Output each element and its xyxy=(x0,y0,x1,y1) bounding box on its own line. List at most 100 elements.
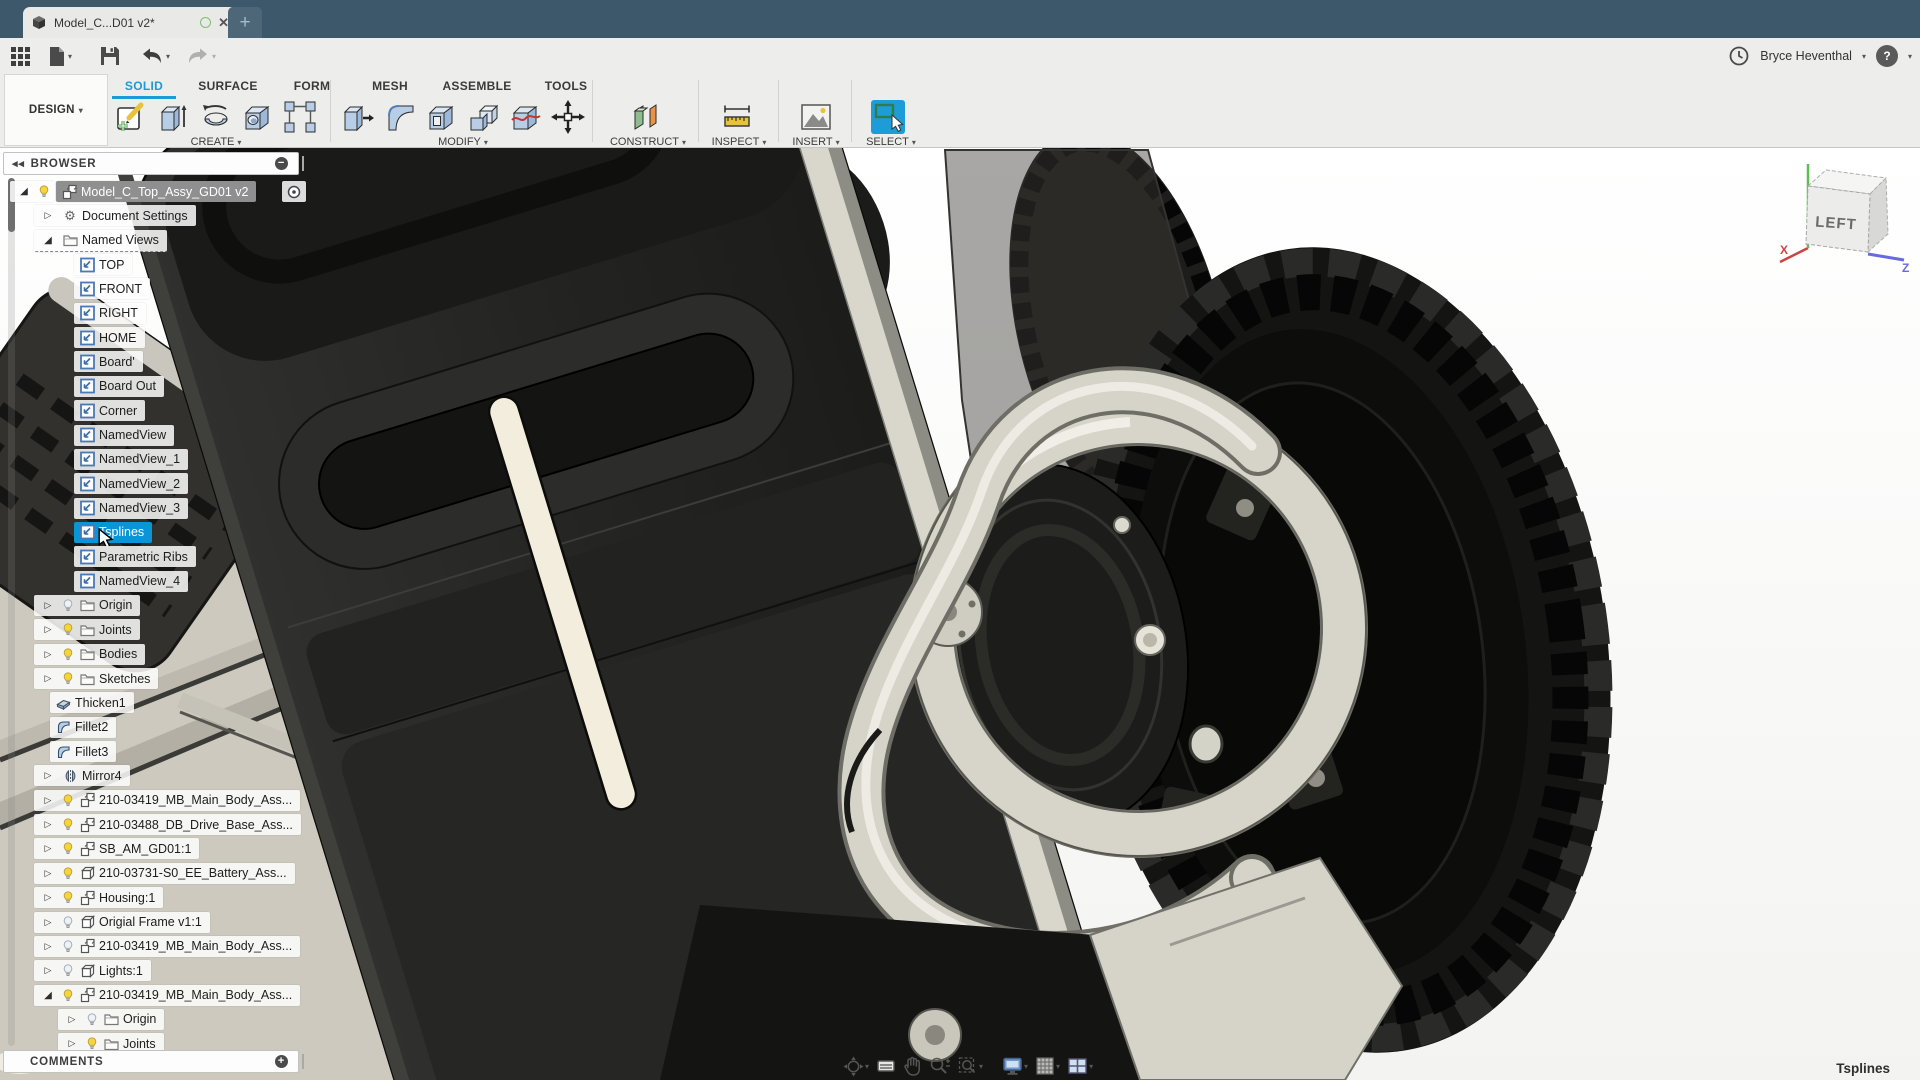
visibility-bulb-icon[interactable] xyxy=(61,890,75,905)
create-sketch-button[interactable] xyxy=(112,96,152,138)
tab-surface[interactable]: SURFACE xyxy=(190,76,266,96)
visibility-bulb-icon[interactable] xyxy=(61,841,75,856)
orbit-button[interactable]: ▾ xyxy=(843,1056,869,1077)
browser-row[interactable]: TOP xyxy=(0,254,320,276)
isolate-target[interactable] xyxy=(282,181,306,202)
insert-dropdown[interactable]: INSERT ▾ xyxy=(782,136,850,148)
browser-row[interactable]: ▷ Lights:1 xyxy=(0,960,320,982)
redo-button[interactable]: ▾ xyxy=(186,38,216,74)
browser-row[interactable]: ▷ Origin xyxy=(0,1008,320,1031)
visibility-bulb-icon[interactable] xyxy=(61,622,75,637)
help-button[interactable]: ? xyxy=(1875,45,1898,67)
browser-row[interactable]: ▷ 210-03419_MB_Main_Body_Ass... xyxy=(0,789,320,812)
new-tab-button[interactable]: + xyxy=(228,7,262,38)
browser-row[interactable]: NamedView_2 xyxy=(0,473,320,495)
browser-row[interactable]: ▷ Joints xyxy=(0,619,320,641)
browser-row[interactable]: ▷ Mirror4 xyxy=(0,765,320,787)
app-menu-button[interactable] xyxy=(10,38,31,74)
expand-node-icon[interactable]: ▷ xyxy=(38,673,58,684)
expand-node-icon[interactable]: ▷ xyxy=(62,1014,82,1025)
browser-row[interactable]: ▷ SB_AM_GD01:1 xyxy=(0,838,320,860)
construct-dropdown[interactable]: CONSTRUCT ▾ xyxy=(600,136,696,148)
collapse-node-icon[interactable]: ◢ xyxy=(38,990,58,1001)
tab-form[interactable]: FORM xyxy=(282,76,342,96)
add-comment-icon[interactable]: + xyxy=(275,1055,288,1068)
browser-row[interactable]: ◢ 210-03419_MB_Main_Body_Ass... xyxy=(0,984,320,1007)
shell-button[interactable] xyxy=(422,96,462,138)
zoom-button[interactable] xyxy=(929,1056,951,1076)
tab-mesh[interactable]: MESH xyxy=(358,76,422,96)
browser-resize-grip[interactable] xyxy=(302,156,304,171)
browser-row[interactable]: ◢ Model_C_Top_Assy_GD01 v2 xyxy=(0,181,320,203)
browser-row[interactable]: ▷ Origial Frame v1:1 xyxy=(0,911,320,934)
view-cube[interactable]: LEFT X Z xyxy=(1772,156,1912,276)
revolve-button[interactable] xyxy=(196,96,236,138)
browser-row[interactable]: Board' xyxy=(0,351,320,373)
expand-node-icon[interactable]: ▷ xyxy=(38,770,58,781)
construct-plane-button[interactable] xyxy=(627,96,667,138)
browser-row[interactable]: ▷ 210-03488_DB_Drive_Base_Ass... xyxy=(0,814,320,836)
select-tool-button[interactable] xyxy=(868,96,908,138)
job-status-clock-icon[interactable] xyxy=(1728,45,1750,67)
expand-node-icon[interactable]: ▷ xyxy=(38,649,58,660)
expand-node-icon[interactable]: ▷ xyxy=(38,843,58,854)
collapse-node-icon[interactable]: ◢ xyxy=(38,235,58,246)
collapse-panel-icon[interactable]: ◂◂ xyxy=(12,157,25,170)
display-settings-button[interactable]: ▾ xyxy=(1002,1056,1028,1076)
measure-button[interactable] xyxy=(717,96,757,138)
modify-dropdown[interactable]: MODIFY ▾ xyxy=(338,136,588,148)
move-copy-button[interactable] xyxy=(548,96,588,138)
browser-row[interactable]: Fillet2 xyxy=(0,716,320,739)
expand-node-icon[interactable]: ▷ xyxy=(38,892,58,903)
expand-node-icon[interactable]: ▷ xyxy=(38,819,58,830)
visibility-bulb-icon[interactable] xyxy=(61,647,75,662)
expand-node-icon[interactable]: ▷ xyxy=(38,868,58,879)
comments-panel-header[interactable]: COMMENTS + xyxy=(3,1050,299,1073)
fit-button[interactable]: ▾ xyxy=(958,1056,983,1076)
browser-panel-header[interactable]: ◂◂ BROWSER − xyxy=(3,152,299,175)
visibility-bulb-icon[interactable] xyxy=(61,866,75,881)
visibility-bulb-icon[interactable] xyxy=(61,988,75,1003)
browser-row[interactable]: HOME xyxy=(0,327,320,349)
browser-row[interactable]: ▷ Sketches xyxy=(0,668,320,690)
browser-row[interactable]: RIGHT xyxy=(0,302,320,325)
browser-row[interactable]: ▷ Bodies xyxy=(0,643,320,666)
browser-row[interactable]: Thicken1 xyxy=(0,692,320,714)
save-button[interactable] xyxy=(100,38,120,74)
file-menu-button[interactable]: ▾ xyxy=(48,38,72,74)
visibility-bulb-icon[interactable] xyxy=(61,915,75,930)
browser-row[interactable]: FRONT xyxy=(0,278,320,300)
extrude-button[interactable] xyxy=(154,96,194,138)
browser-row[interactable]: ▷ 210-03731-S0_EE_Battery_Ass... xyxy=(0,862,320,885)
collapse-all-icon[interactable]: − xyxy=(275,157,288,170)
insert-button[interactable] xyxy=(796,96,836,138)
browser-row[interactable]: NamedView_4 xyxy=(0,570,320,593)
expand-node-icon[interactable]: ▷ xyxy=(38,795,58,806)
browser-row[interactable]: NamedView xyxy=(0,424,320,447)
visibility-bulb-icon[interactable] xyxy=(61,817,75,832)
visibility-bulb-icon[interactable] xyxy=(37,184,51,199)
combine-button[interactable] xyxy=(464,96,504,138)
expand-node-icon[interactable]: ▷ xyxy=(38,600,58,611)
pan-button[interactable] xyxy=(903,1056,922,1076)
undo-button[interactable]: ▾ xyxy=(140,38,170,74)
browser-row[interactable]: NamedView_1 xyxy=(0,448,320,471)
look-at-button[interactable] xyxy=(876,1057,896,1075)
browser-row[interactable]: ◢ Named Views xyxy=(0,229,320,252)
browser-row[interactable]: ▷ 210-03419_MB_Main_Body_Ass... xyxy=(0,935,320,958)
pattern-button[interactable] xyxy=(280,96,320,138)
expand-node-icon[interactable]: ▷ xyxy=(38,917,58,928)
visibility-bulb-icon[interactable] xyxy=(61,963,75,978)
browser-row[interactable]: Board Out xyxy=(0,375,320,398)
visibility-bulb-icon[interactable] xyxy=(85,1012,99,1027)
visibility-bulb-icon[interactable] xyxy=(61,598,75,613)
visibility-bulb-icon[interactable] xyxy=(61,939,75,954)
visibility-bulb-icon[interactable] xyxy=(85,1036,99,1051)
grid-layout-button[interactable]: ▾ xyxy=(1035,1056,1060,1076)
create-dropdown[interactable]: CREATE ▾ xyxy=(112,136,320,148)
expand-node-icon[interactable]: ▷ xyxy=(38,941,58,952)
browser-row[interactable]: Fillet3 xyxy=(0,741,320,763)
browser-row[interactable]: Corner xyxy=(0,400,320,422)
browser-row[interactable]: ▷ Origin xyxy=(0,594,320,617)
inspect-dropdown[interactable]: INSPECT ▾ xyxy=(703,136,775,148)
